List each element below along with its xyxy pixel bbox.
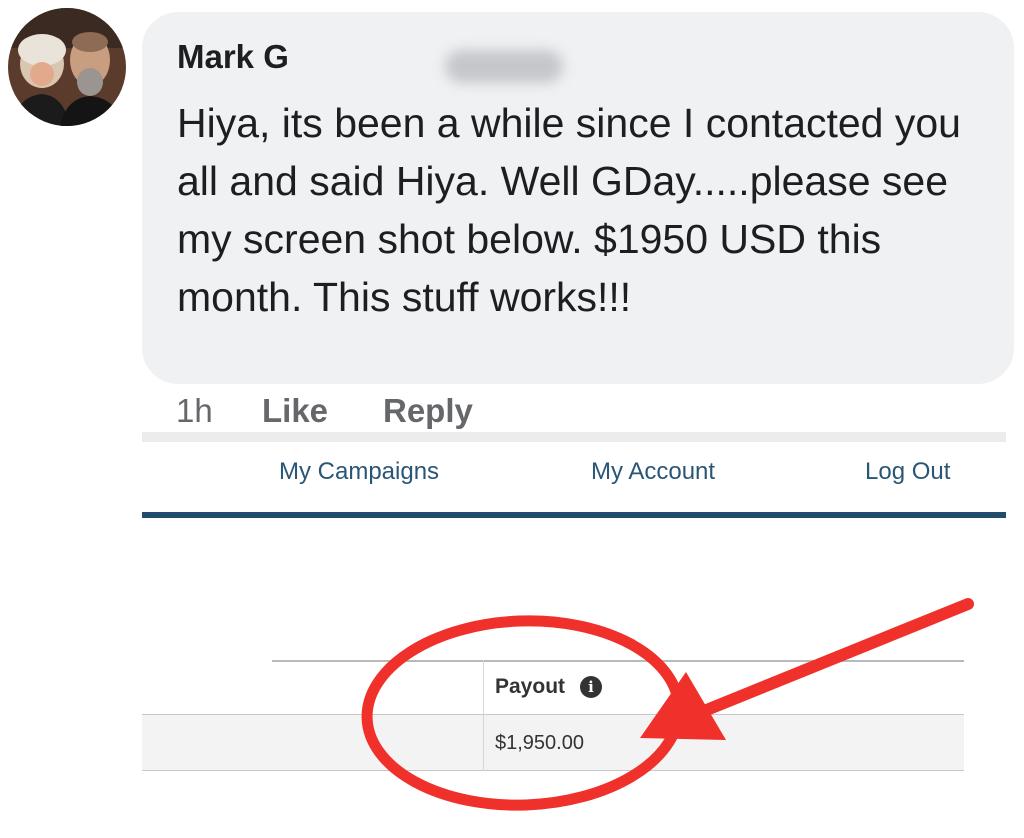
payout-column-header[interactable]: Payout xyxy=(495,675,565,699)
nav-my-campaigns[interactable]: My Campaigns xyxy=(279,458,439,486)
nav-my-account[interactable]: My Account xyxy=(591,458,715,486)
nav-log-out[interactable]: Log Out xyxy=(865,458,950,486)
payout-value: $1,950.00 xyxy=(495,732,584,754)
like-button[interactable]: Like xyxy=(262,392,328,430)
payout-table: Payout i $1,950.00 xyxy=(142,660,964,771)
table-header-divider xyxy=(142,714,964,715)
nav-underline-bar xyxy=(142,512,1006,518)
table-top-border xyxy=(272,660,964,662)
comment-timestamp[interactable]: 1h xyxy=(176,392,213,430)
info-icon[interactable]: i xyxy=(580,676,602,698)
screenshot-top-divider xyxy=(142,432,1006,442)
table-bottom-border xyxy=(142,770,964,771)
redacted-surname-blur xyxy=(445,50,563,83)
dashboard-nav: My Campaigns My Account Log Out xyxy=(142,452,1006,492)
avatar[interactable] xyxy=(8,8,126,126)
table-column-divider xyxy=(483,660,484,771)
avatar-photo-icon xyxy=(8,8,126,126)
reply-button[interactable]: Reply xyxy=(383,392,473,430)
comment-author[interactable]: Mark G xyxy=(177,38,289,76)
comment-text: Hiya, its been a while since I contacted… xyxy=(177,100,961,320)
comment-bubble: Mark G Hiya, its been a while since I co… xyxy=(142,12,1014,384)
